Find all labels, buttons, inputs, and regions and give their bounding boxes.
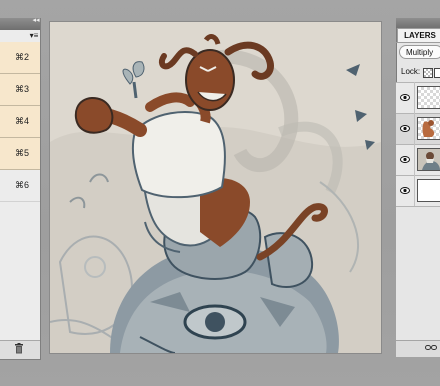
tab-divider bbox=[396, 42, 440, 43]
panel-menu-icon[interactable]: ▾≡ bbox=[28, 31, 40, 40]
action-shortcut: ⌘5 bbox=[14, 148, 29, 158]
action-row[interactable]: ⌘4 bbox=[0, 106, 40, 138]
layers-panel-titlebar[interactable] bbox=[396, 18, 440, 28]
eye-icon[interactable] bbox=[400, 156, 410, 163]
action-row[interactable]: ⌘6 bbox=[0, 170, 40, 202]
trash-icon[interactable] bbox=[14, 343, 24, 354]
artwork-illustration bbox=[50, 22, 381, 353]
layers-empty-area bbox=[396, 206, 440, 341]
lock-image-pixels-icon[interactable] bbox=[434, 68, 440, 78]
layer-thumbnail[interactable] bbox=[417, 86, 440, 109]
layer-thumbnail[interactable] bbox=[417, 179, 440, 202]
eye-icon[interactable] bbox=[400, 125, 410, 132]
blend-mode-select[interactable]: Multiply bbox=[399, 45, 440, 59]
action-row[interactable]: ⌘2 bbox=[0, 42, 40, 74]
layer-thumbnail[interactable] bbox=[417, 117, 440, 140]
tab-layers[interactable]: LAYERS bbox=[397, 28, 440, 43]
action-shortcut: ⌘4 bbox=[14, 116, 29, 126]
action-shortcut: ⌘6 bbox=[14, 180, 29, 190]
actions-list: ⌘2 ⌘3 ⌘4 ⌘5 ⌘6 bbox=[0, 42, 40, 202]
layer-thumbnail[interactable] bbox=[417, 148, 440, 171]
lock-transparent-pixels-icon[interactable] bbox=[423, 68, 433, 78]
action-row[interactable]: ⌘5 bbox=[0, 138, 40, 170]
eye-icon[interactable] bbox=[400, 94, 410, 101]
action-row[interactable]: ⌘3 bbox=[0, 74, 40, 106]
action-shortcut: ⌘3 bbox=[14, 84, 29, 94]
eye-icon[interactable] bbox=[400, 187, 410, 194]
action-shortcut: ⌘2 bbox=[14, 52, 29, 62]
collapse-icon[interactable]: ◂◂ bbox=[31, 17, 41, 24]
document-canvas[interactable] bbox=[50, 22, 381, 353]
lock-label: Lock: bbox=[401, 67, 421, 76]
link-layers-icon[interactable] bbox=[425, 345, 437, 350]
